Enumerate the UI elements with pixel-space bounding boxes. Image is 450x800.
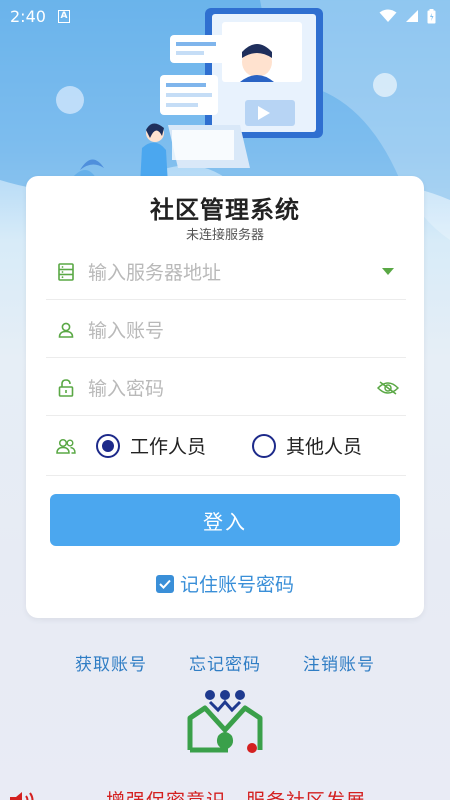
server-input[interactable]: 输入服务器地址 <box>86 258 370 285</box>
speaker-icon <box>8 790 38 800</box>
radio-staff-indicator[interactable] <box>96 433 120 458</box>
account-input[interactable]: 输入账号 <box>86 316 406 343</box>
slogan-text: 增强保密意识，服务社区发展 <box>106 786 366 800</box>
app-title: 社区管理系统 <box>150 196 300 224</box>
login-button[interactable]: 登入 <box>50 494 400 546</box>
checkbox-checked-icon[interactable] <box>155 574 174 593</box>
radio-others-indicator[interactable] <box>252 433 277 458</box>
password-field[interactable]: 输入密码 <box>46 360 406 416</box>
signal-icon <box>406 10 418 22</box>
role-selector: 工作人员 其他人员 <box>46 416 406 476</box>
eye-off-icon[interactable] <box>370 380 406 395</box>
users-icon <box>46 438 86 454</box>
radio-staff[interactable]: 工作人员 <box>96 432 206 459</box>
account-field[interactable]: 输入账号 <box>46 302 406 358</box>
radio-others[interactable]: 其他人员 <box>252 432 362 459</box>
forgot-password-link[interactable]: 忘记密码 <box>189 650 261 675</box>
battery-icon <box>427 8 436 23</box>
slogan-banner: 增强保密意识，服务社区发展 <box>0 784 450 800</box>
bottom-links: 获取账号 忘记密码 注销账号 <box>0 650 450 675</box>
server-icon <box>46 262 86 281</box>
user-icon <box>46 322 86 338</box>
password-input[interactable]: 输入密码 <box>86 374 370 401</box>
remember-checkbox[interactable]: 记住账号密码 <box>26 570 424 597</box>
dropdown-arrow-icon[interactable] <box>370 267 406 276</box>
lock-icon <box>46 378 86 397</box>
get-account-link[interactable]: 获取账号 <box>75 650 147 675</box>
login-card: 社区管理系统 未连接服务器 输入服务器地址 输入账号 输入密码 工作人员 其他人… <box>26 176 424 618</box>
notification-icon: A <box>57 9 70 23</box>
wifi-icon <box>379 9 397 22</box>
remember-label: 记住账号密码 <box>179 574 294 596</box>
radio-others-label: 其他人员 <box>286 436 363 458</box>
status-bar: 2:40 A <box>0 0 450 32</box>
community-logo <box>180 688 270 758</box>
connection-status: 未连接服务器 <box>185 228 264 243</box>
radio-staff-label: 工作人员 <box>130 436 207 458</box>
server-field[interactable]: 输入服务器地址 <box>46 244 406 300</box>
status-time: 2:40 <box>10 6 46 26</box>
cancel-account-link[interactable]: 注销账号 <box>303 650 375 675</box>
